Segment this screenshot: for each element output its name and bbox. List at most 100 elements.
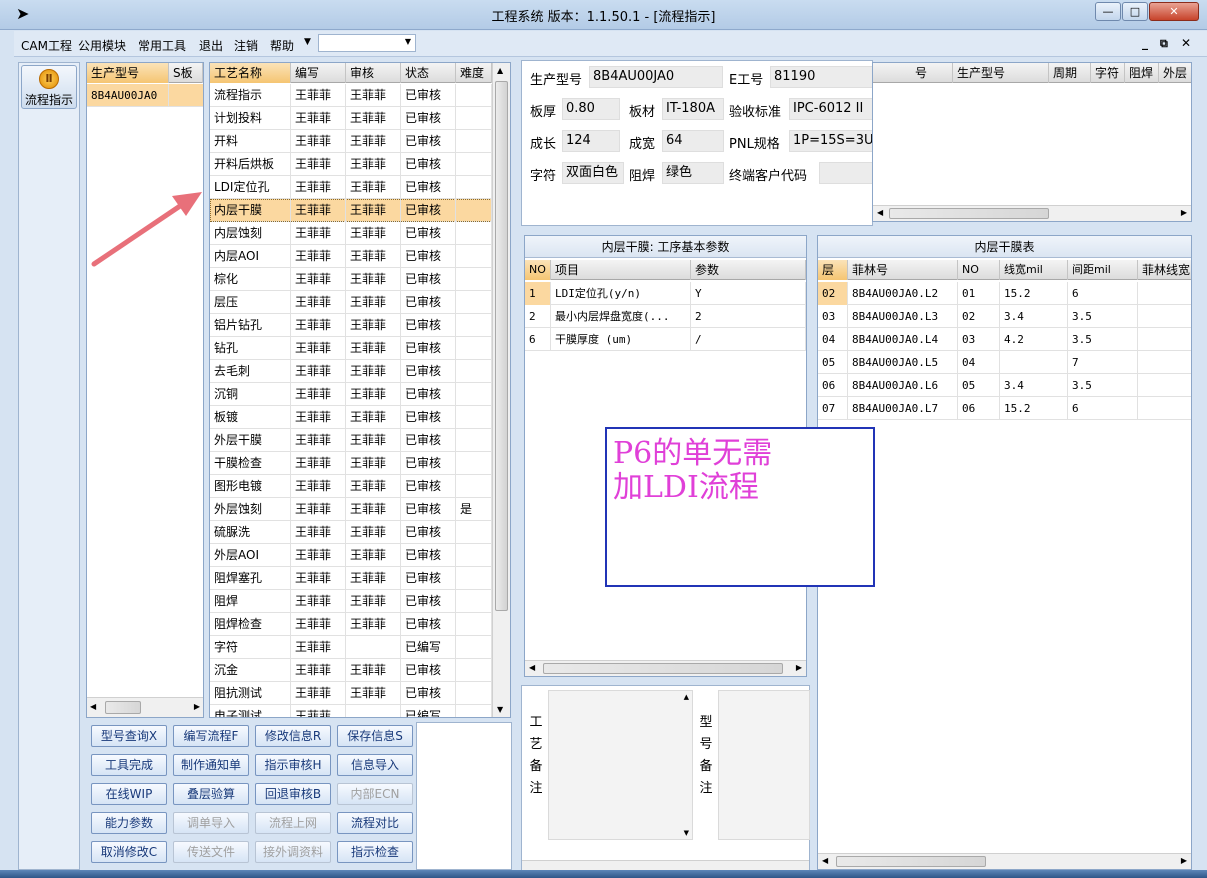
menu-cam[interactable]: CAM工程 xyxy=(21,37,72,54)
field-thickness[interactable]: 0.80 xyxy=(562,98,620,120)
process-vscroll[interactable]: ▲ ▼ xyxy=(492,63,510,717)
action-button[interactable]: 接外调资料 xyxy=(255,841,331,863)
film-row[interactable]: 07 8B4AU00JA0.L7 06 15.2 6 xyxy=(818,397,1191,420)
action-button[interactable]: 型号查询X xyxy=(91,725,167,747)
action-button[interactable]: 信息导入 xyxy=(337,754,413,776)
col-film-no[interactable]: 菲林号 xyxy=(848,260,958,280)
param-row[interactable]: 1 LDI定位孔(y/n) Y xyxy=(525,282,806,305)
film-row[interactable]: 02 8B4AU00JA0.L2 01 15.2 6 xyxy=(818,282,1191,305)
process-row[interactable]: 板镀 王菲菲 王菲菲 已审核 xyxy=(210,406,492,429)
col-status[interactable]: 状态 xyxy=(401,63,456,83)
process-row[interactable]: 沉金 王菲菲 王菲菲 已审核 xyxy=(210,659,492,682)
field-material[interactable]: IT-180A xyxy=(662,98,724,120)
col-no[interactable]: 号 xyxy=(873,63,953,83)
col-model[interactable]: 生产型号 xyxy=(953,63,1049,83)
col-item[interactable]: 项目 xyxy=(551,260,691,280)
process-row[interactable]: 开料 王菲菲 王菲菲 已审核 xyxy=(210,130,492,153)
field-pnl[interactable]: 1P=15S=3U xyxy=(789,130,874,152)
col-layer[interactable]: 层 xyxy=(818,260,848,280)
mdi-minimize-button[interactable]: _ xyxy=(1142,36,1148,50)
field-legend[interactable]: 双面白色 xyxy=(562,162,624,184)
menu-common-tools[interactable]: 常用工具 xyxy=(138,37,186,54)
col-soldermask[interactable]: 阻焊 xyxy=(1125,63,1159,83)
process-row[interactable]: 层压 王菲菲 王菲菲 已审核 xyxy=(210,291,492,314)
col-reviewer[interactable]: 审核 xyxy=(346,63,401,83)
action-button[interactable]: 取消修改C xyxy=(91,841,167,863)
model-list-hscroll[interactable]: ◀ ▶ xyxy=(87,697,203,717)
process-row[interactable]: 阻抗测试 王菲菲 王菲菲 已审核 xyxy=(210,682,492,705)
film-hscroll[interactable]: ◀ ▶ xyxy=(818,853,1191,869)
action-button[interactable]: 修改信息R xyxy=(255,725,331,747)
col-param[interactable]: 参数 xyxy=(691,260,806,280)
param-row[interactable]: 6 干膜厚度 (um) / xyxy=(525,328,806,351)
film-row[interactable]: 03 8B4AU00JA0.L3 02 3.4 3.5 xyxy=(818,305,1191,328)
process-row[interactable]: 流程指示 王菲菲 王菲菲 已审核 xyxy=(210,84,492,107)
flow-indicator-button[interactable]: Ⅱ 流程指示 xyxy=(21,65,77,109)
model-row[interactable]: 8B4AU00JA0 xyxy=(87,84,203,107)
action-button[interactable]: 调单导入 xyxy=(173,812,249,834)
action-button[interactable]: 回退审核B xyxy=(255,783,331,805)
col-line-width[interactable]: 线宽mil xyxy=(1000,260,1068,280)
menu-public-modules[interactable]: 公用模块 xyxy=(78,37,126,54)
param-row[interactable]: 2 最小内层焊盘宽度(... 2 xyxy=(525,305,806,328)
field-end-customer[interactable] xyxy=(819,162,874,184)
process-row[interactable]: 去毛刺 王菲菲 王菲菲 已审核 xyxy=(210,360,492,383)
action-button[interactable]: 工具完成 xyxy=(91,754,167,776)
film-row[interactable]: 05 8B4AU00JA0.L5 04 7 xyxy=(818,351,1191,374)
film-row[interactable]: 04 8B4AU00JA0.L4 03 4.2 3.5 xyxy=(818,328,1191,351)
field-e-no[interactable]: 81190 xyxy=(770,66,874,88)
mdi-restore-button[interactable]: ⧉ xyxy=(1160,37,1168,51)
process-remark-input[interactable]: ▲ ▼ xyxy=(548,690,693,840)
process-row[interactable]: 内层蚀刻 王菲菲 王菲菲 已审核 xyxy=(210,222,492,245)
process-row[interactable]: 棕化 王菲菲 王菲菲 已审核 xyxy=(210,268,492,291)
action-button[interactable]: 保存信息S xyxy=(337,725,413,747)
menu-exit[interactable]: 退出 xyxy=(199,37,223,54)
summary-hscroll[interactable]: ◀ ▶ xyxy=(873,205,1191,221)
col-film-width[interactable]: 菲林线宽 xyxy=(1138,260,1191,280)
action-button[interactable]: 传送文件 xyxy=(173,841,249,863)
process-row[interactable]: 干膜检查 王菲菲 王菲菲 已审核 xyxy=(210,452,492,475)
process-row[interactable]: 开料后烘板 王菲菲 王菲菲 已审核 xyxy=(210,153,492,176)
process-row[interactable]: LDI定位孔 王菲菲 王菲菲 已审核 xyxy=(210,176,492,199)
col-spacing[interactable]: 间距mil xyxy=(1068,260,1138,280)
process-row[interactable]: 铝片钻孔 王菲菲 王菲菲 已审核 xyxy=(210,314,492,337)
process-row[interactable]: 外层蚀刻 王菲菲 王菲菲 已审核是 xyxy=(210,498,492,521)
process-row[interactable]: 钻孔 王菲菲 王菲菲 已审核 xyxy=(210,337,492,360)
action-button[interactable]: 指示审核H xyxy=(255,754,331,776)
menu-logout[interactable]: 注销 xyxy=(234,37,258,54)
process-row[interactable]: 硫脲洗 王菲菲 王菲菲 已审核 xyxy=(210,521,492,544)
menu-help[interactable]: 帮助 xyxy=(270,37,294,54)
model-remark-input[interactable] xyxy=(718,690,810,840)
process-row[interactable]: 阻焊塞孔 王菲菲 王菲菲 已审核 xyxy=(210,567,492,590)
col-legend[interactable]: 字符 xyxy=(1091,63,1125,83)
params-hscroll[interactable]: ◀ ▶ xyxy=(525,660,806,676)
col-s-board[interactable]: S板 xyxy=(169,63,203,83)
col-author[interactable]: 编写 xyxy=(291,63,346,83)
field-model[interactable]: 8B4AU00JA0 xyxy=(589,66,723,88)
action-button[interactable]: 内部ECN xyxy=(337,783,413,805)
field-length[interactable]: 124 xyxy=(562,130,620,152)
action-button[interactable]: 能力参数 xyxy=(91,812,167,834)
remarks-hscroll[interactable] xyxy=(522,860,809,870)
process-row[interactable]: 阻焊 王菲菲 王菲菲 已审核 xyxy=(210,590,492,613)
process-row[interactable]: 内层AOI 王菲菲 王菲菲 已审核 xyxy=(210,245,492,268)
col-period[interactable]: 周期 xyxy=(1049,63,1091,83)
process-row[interactable]: 字符 王菲菲 已编写 xyxy=(210,636,492,659)
process-row[interactable]: 外层AOI 王菲菲 王菲菲 已审核 xyxy=(210,544,492,567)
action-button[interactable]: 叠层验算 xyxy=(173,783,249,805)
close-button[interactable]: ✕ xyxy=(1149,2,1199,21)
process-row[interactable]: 外层干膜 王菲菲 王菲菲 已审核 xyxy=(210,429,492,452)
action-button[interactable]: 编写流程F xyxy=(173,725,249,747)
toolbar-combo[interactable]: ▼ xyxy=(318,34,416,52)
process-row[interactable]: 图形电镀 王菲菲 王菲菲 已审核 xyxy=(210,475,492,498)
mdi-close-button[interactable]: ✕ xyxy=(1181,36,1191,50)
action-button[interactable]: 制作通知单 xyxy=(173,754,249,776)
field-width[interactable]: 64 xyxy=(662,130,724,152)
action-button[interactable]: 流程上网 xyxy=(255,812,331,834)
maximize-button[interactable]: □ xyxy=(1122,2,1148,21)
process-row[interactable]: 沉铜 王菲菲 王菲菲 已审核 xyxy=(210,383,492,406)
field-soldermask[interactable]: 绿色 xyxy=(662,162,724,184)
dropdown-arrow-icon[interactable]: ▼ xyxy=(304,37,311,47)
process-row[interactable]: 内层干膜 王菲菲 王菲菲 已审核 xyxy=(210,199,492,222)
action-button[interactable]: 流程对比 xyxy=(337,812,413,834)
